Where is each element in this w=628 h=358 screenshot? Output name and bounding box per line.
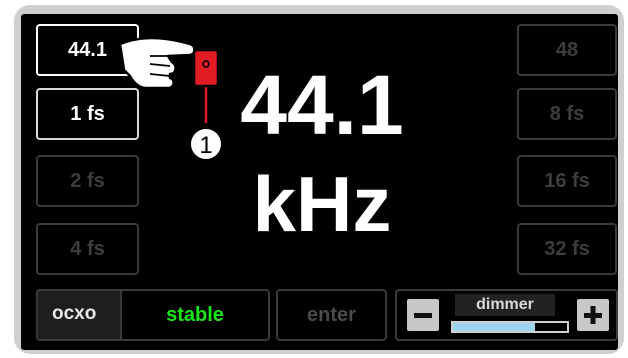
callout-number: 1	[199, 132, 212, 159]
callout-marker	[192, 48, 220, 88]
callout-dot	[202, 60, 210, 68]
callout-overlay: 1	[118, 36, 223, 161]
pointing-hand-icon	[118, 36, 196, 90]
